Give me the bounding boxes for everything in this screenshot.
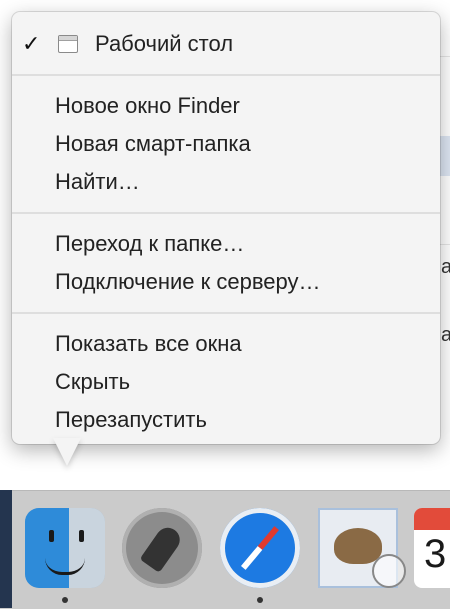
safari-icon[interactable]	[220, 508, 300, 588]
menu-item-label: Перезапустить	[55, 407, 207, 432]
background-selection-stripe	[440, 136, 450, 176]
menu-item-relaunch[interactable]: Перезапустить	[12, 402, 440, 438]
running-indicator	[62, 597, 68, 603]
menu-item-connect-to-server[interactable]: Подключение к серверу…	[12, 264, 440, 300]
window-icon	[58, 35, 78, 53]
finder-icon[interactable]	[25, 508, 105, 588]
calendar-day: 3	[424, 532, 447, 576]
menu-separator	[12, 312, 440, 314]
desktop-edge	[0, 490, 12, 608]
mail-icon[interactable]	[318, 508, 406, 588]
menu-item-label: Скрыть	[55, 369, 131, 394]
menu-separator	[12, 74, 440, 76]
menu-item-label: Переход к папке…	[55, 231, 245, 256]
menu-item-label: Подключение к серверу…	[55, 269, 321, 294]
menu-item-label: Показать все окна	[55, 331, 242, 356]
menu-item-new-smart-folder[interactable]: Новая смарт-папка	[12, 126, 440, 162]
background-text: а	[441, 256, 450, 278]
launchpad-icon[interactable]	[122, 508, 202, 588]
background-divider	[440, 56, 450, 57]
menu-separator	[12, 212, 440, 214]
background-text: а	[441, 324, 450, 346]
dock-context-menu: ✓ Рабочий стол Новое окно Finder Новая с…	[12, 12, 440, 444]
menu-item-label: Найти…	[55, 169, 140, 194]
menu-item-go-to-folder[interactable]: Переход к папке…	[12, 226, 440, 262]
menu-item-find[interactable]: Найти…	[12, 164, 440, 200]
running-indicator	[257, 597, 263, 603]
menu-item-desktop[interactable]: ✓ Рабочий стол	[12, 26, 440, 62]
menu-item-label: Новое окно Finder	[55, 93, 240, 118]
menu-item-label: Рабочий стол	[95, 31, 234, 56]
menu-item-hide[interactable]: Скрыть	[12, 364, 440, 400]
menu-pointer	[53, 438, 81, 466]
menu-item-new-finder-window[interactable]: Новое окно Finder	[12, 88, 440, 124]
menu-item-label: Новая смарт-папка	[55, 131, 251, 156]
checkmark-icon: ✓	[22, 31, 41, 56]
calendar-icon[interactable]: 3	[414, 508, 450, 588]
background-divider	[440, 244, 450, 245]
menu-item-show-all-windows[interactable]: Показать все окна	[12, 326, 440, 362]
